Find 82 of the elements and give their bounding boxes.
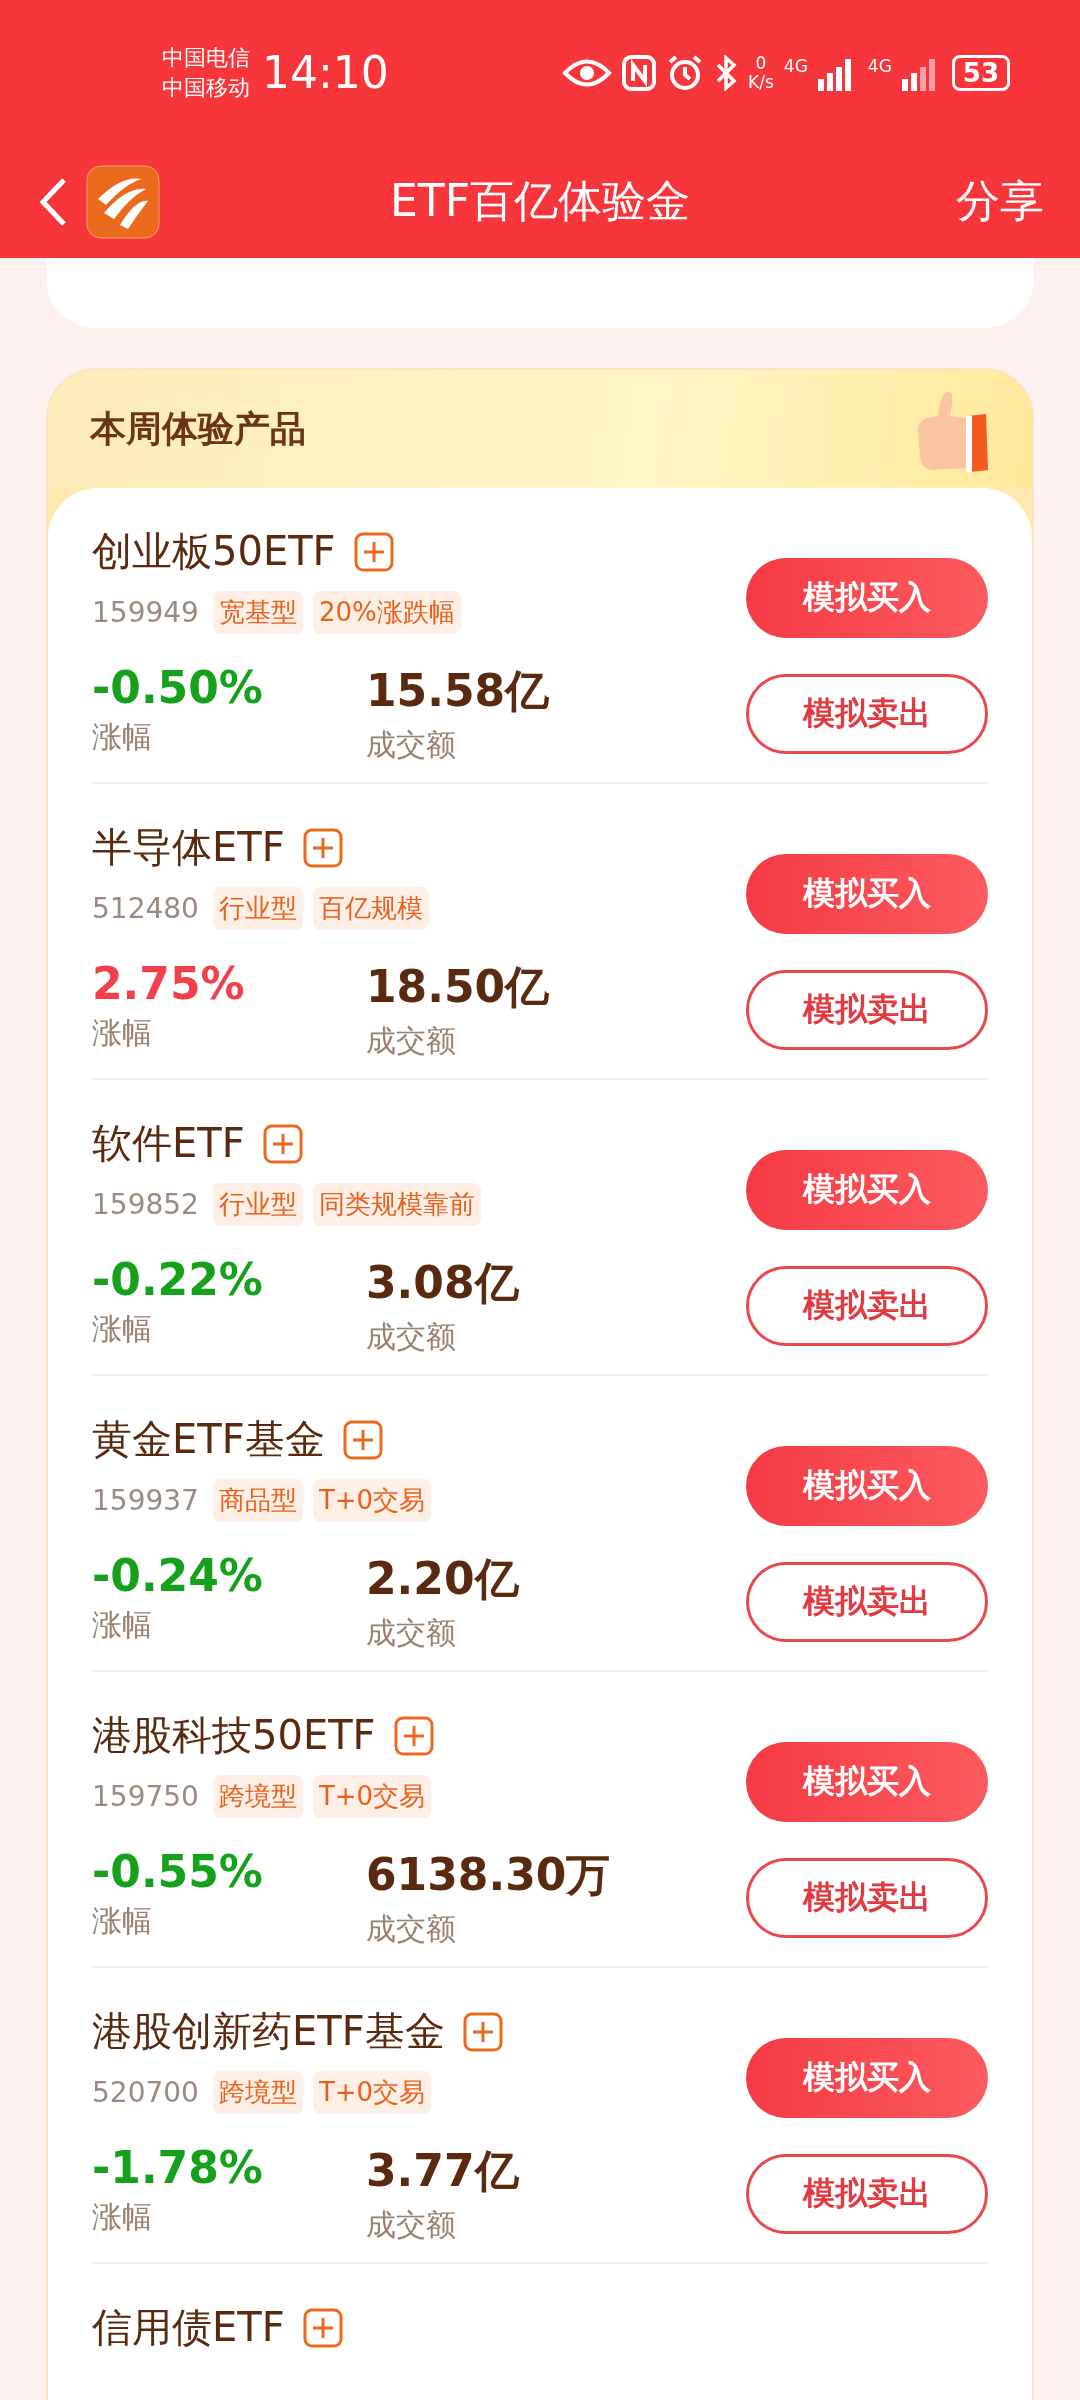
change-label: 涨幅 <box>92 718 153 756</box>
page-title: ETF百亿体验金 <box>390 174 690 228</box>
fund-tag: T+0交易 <box>312 1775 432 1818</box>
fund-code: 520700 <box>92 2076 199 2109</box>
simulate-sell-button[interactable]: 模拟卖出 <box>746 2154 988 2234</box>
fund-tag: 同类规模靠前 <box>312 1183 481 1226</box>
add-icon[interactable] <box>462 2011 503 2052</box>
network-speed-unit: K/s <box>748 72 774 92</box>
fund-code: 159750 <box>92 1780 199 1813</box>
simulate-buy-button[interactable]: 模拟买入 <box>746 1742 988 1822</box>
change-label: 涨幅 <box>92 1606 153 1644</box>
fund-code: 512480 <box>92 892 199 925</box>
turnover-value: 3.77亿 <box>366 2144 520 2198</box>
add-icon[interactable] <box>262 1123 303 1164</box>
simulate-buy-button[interactable]: 模拟买入 <box>746 2038 988 2118</box>
fund-tag: 宽基型 <box>212 591 303 634</box>
add-icon[interactable] <box>393 1715 434 1756</box>
turnover-value: 15.58亿 <box>366 664 551 718</box>
share-link[interactable]: 分享 <box>956 172 1044 231</box>
fund-tag: 商品型 <box>212 1479 303 1522</box>
fund-tag: T+0交易 <box>312 1479 432 1522</box>
change-percent: -0.55% <box>92 1846 264 1897</box>
add-icon[interactable] <box>353 531 394 572</box>
nfc-icon <box>622 54 657 91</box>
simulate-buy-button[interactable]: 模拟买入 <box>746 1150 988 1230</box>
fund-name: 港股创新药ETF基金 <box>92 2007 445 2056</box>
simulate-buy-button[interactable]: 模拟买入 <box>746 558 988 638</box>
fund-tag: T+0交易 <box>312 2071 432 2114</box>
fund-code: 159937 <box>92 1484 199 1517</box>
change-percent: -1.78% <box>92 2142 264 2193</box>
change-percent: 2.75% <box>92 958 246 1009</box>
network-type: 4G <box>783 55 808 76</box>
add-icon[interactable] <box>342 1419 383 1460</box>
turnover-label: 成交额 <box>366 2206 457 2244</box>
turnover-value: 3.08亿 <box>366 1256 520 1310</box>
fund-code: 159852 <box>92 1188 199 1221</box>
add-icon[interactable] <box>302 827 343 868</box>
turnover-label: 成交额 <box>366 1910 457 1948</box>
turnover-label: 成交额 <box>366 726 457 764</box>
change-label: 涨幅 <box>92 1014 153 1052</box>
change-label: 涨幅 <box>92 1902 153 1940</box>
change-percent: -0.22% <box>92 1254 264 1305</box>
clock-time: 14:10 <box>262 47 389 98</box>
fund-name: 半导体ETF <box>92 823 285 872</box>
fund-tag: 百亿规模 <box>312 887 429 930</box>
simulate-sell-button[interactable]: 模拟卖出 <box>746 1266 988 1346</box>
simulate-sell-button[interactable]: 模拟卖出 <box>746 1858 988 1938</box>
battery-level: 53 <box>951 54 1010 91</box>
network-type: 4G <box>867 55 892 76</box>
turnover-label: 成交额 <box>366 1318 457 1356</box>
turnover-label: 成交额 <box>366 1022 457 1060</box>
fund-name: 软件ETF <box>92 1119 245 1168</box>
fund-name: 创业板50ETF <box>92 527 336 576</box>
fund-tag: 20%涨跌幅 <box>312 591 461 634</box>
fund-tag: 跨境型 <box>212 1775 303 1818</box>
fund-tag: 跨境型 <box>212 2071 303 2114</box>
simulate-sell-button[interactable]: 模拟卖出 <box>746 674 988 754</box>
change-percent: -0.24% <box>92 1550 264 1601</box>
simulate-buy-button[interactable]: 模拟买入 <box>746 854 988 934</box>
fund-name: 信用债ETF <box>92 2303 285 2352</box>
bluetooth-icon <box>714 54 739 91</box>
add-icon[interactable] <box>302 2307 343 2348</box>
simulate-buy-button[interactable]: 模拟买入 <box>746 1446 988 1526</box>
fund-code: 159949 <box>92 596 199 629</box>
change-percent: -0.50% <box>92 662 264 713</box>
simulate-sell-button[interactable]: 模拟卖出 <box>746 970 988 1050</box>
fund-tag: 行业型 <box>212 1183 303 1226</box>
fund-name: 黄金ETF基金 <box>92 1415 325 1464</box>
change-label: 涨幅 <box>92 2198 153 2236</box>
turnover-value: 6138.30万 <box>366 1848 612 1902</box>
carrier-name: 中国电信 <box>162 43 250 72</box>
simulate-sell-button[interactable]: 模拟卖出 <box>746 1562 988 1642</box>
fund-name: 港股科技50ETF <box>92 1711 376 1760</box>
change-label: 涨幅 <box>92 1310 153 1348</box>
turnover-label: 成交额 <box>366 1614 457 1652</box>
section-title: 本周体验产品 <box>90 406 306 451</box>
app-logo-icon <box>86 164 160 239</box>
fund-tag: 行业型 <box>212 887 303 930</box>
turnover-value: 18.50亿 <box>366 960 551 1014</box>
turnover-value: 2.20亿 <box>366 1552 520 1606</box>
network-speed-value: 0 <box>755 53 767 73</box>
carrier-name: 中国移动 <box>162 73 250 102</box>
